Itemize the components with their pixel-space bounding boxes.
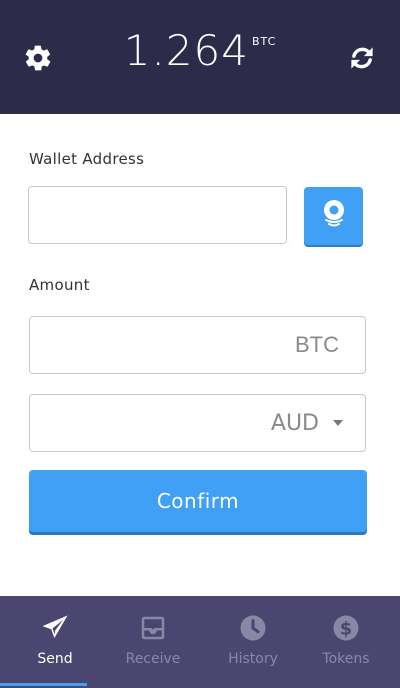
wallet-address-field[interactable] <box>28 186 287 244</box>
btc-amount-input[interactable] <box>30 317 365 373</box>
dollar-icon: $ <box>330 612 362 644</box>
app-screen: 1.264 BTC Wallet Address Amount BTC AUD … <box>0 0 400 688</box>
nav-item-tokens[interactable]: $ Tokens <box>296 596 396 688</box>
wallet-address-label: Wallet Address <box>29 150 145 168</box>
nav-item-receive[interactable]: Receive <box>103 596 203 688</box>
header: 1.264 BTC <box>0 0 400 114</box>
bottom-nav: Send Receive History $ Tokens <box>0 596 400 688</box>
currency-value: AUD <box>270 410 319 436</box>
balance-unit: BTC <box>251 35 277 48</box>
balance-amount: 1.264 <box>123 26 249 75</box>
svg-text:$: $ <box>340 619 352 639</box>
send-icon <box>39 612 71 644</box>
refresh-icon[interactable] <box>344 40 380 76</box>
currency-select[interactable]: AUD <box>29 394 366 452</box>
nav-item-history[interactable]: History <box>203 596 303 688</box>
nav-label-tokens: Tokens <box>322 651 370 667</box>
inbox-icon <box>137 612 169 644</box>
btc-amount-field[interactable] <box>29 316 366 374</box>
confirm-button[interactable]: Confirm <box>29 470 367 532</box>
wallet-address-input[interactable] <box>29 187 286 243</box>
nav-item-send[interactable]: Send <box>5 596 105 688</box>
nav-label-history: History <box>228 651 278 667</box>
active-tab-indicator <box>0 683 87 686</box>
nav-label-send: Send <box>37 651 73 667</box>
scan-icon <box>321 199 347 233</box>
clock-icon <box>237 612 269 644</box>
nav-label-receive: Receive <box>125 651 181 667</box>
balance-display: 1.264 BTC <box>0 30 400 72</box>
amount-label: Amount <box>29 276 90 294</box>
scan-address-button[interactable] <box>304 187 363 245</box>
caret-down-icon <box>333 420 343 426</box>
